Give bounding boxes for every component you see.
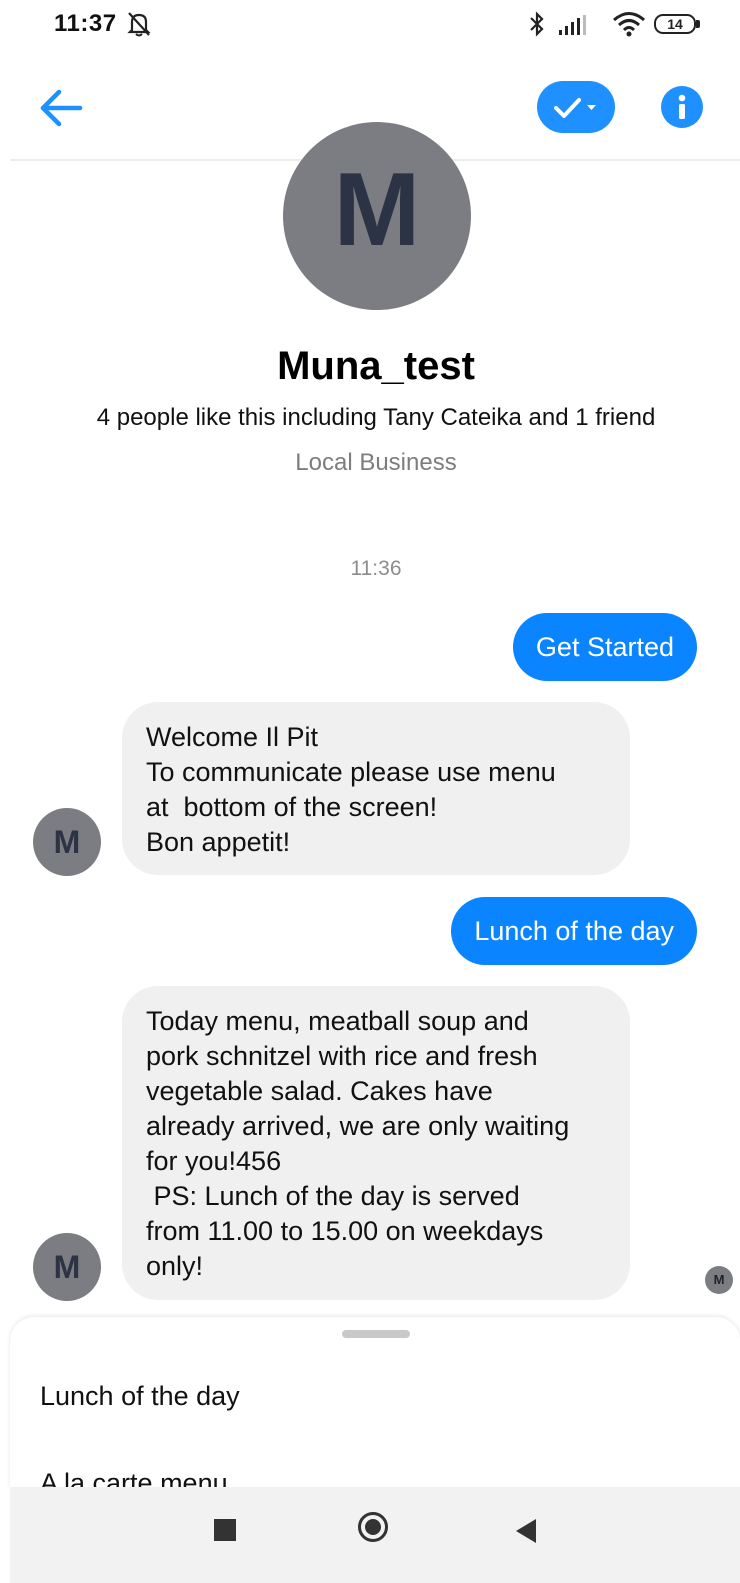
message-line: Welcome Il Pit	[146, 722, 319, 752]
message-timestamp: 11:36	[350, 557, 402, 580]
profile-likes: 4 people like this including Tany Cateik…	[96, 404, 656, 431]
message-line: at bottom of the screen!	[146, 792, 438, 822]
info-button[interactable]	[661, 86, 703, 128]
profile-avatar-letter: M	[333, 152, 421, 268]
message-line: pork schnitzel with rice and fresh	[146, 1041, 538, 1071]
mark-done-button[interactable]	[537, 81, 615, 133]
profile-category: Local Business	[295, 449, 457, 476]
status-bar: 11:37 14	[0, 0, 740, 52]
sender-avatar[interactable]: M	[33, 1233, 101, 1301]
status-time: 11:37	[54, 10, 117, 37]
back-arrow-icon[interactable]	[38, 85, 84, 131]
outgoing-message[interactable]: Lunch of the day	[451, 897, 697, 965]
message-line: Today menu, meatball soup and	[146, 1006, 529, 1036]
message-line: from 11.00 to 15.00 on weekdays	[146, 1216, 544, 1246]
message-line: PS: Lunch of the day is served	[146, 1181, 520, 1211]
incoming-message[interactable]: Today menu, meatball soup and pork schni…	[122, 986, 630, 1300]
battery-icon: 14	[654, 14, 702, 36]
battery-level: 14	[667, 16, 683, 32]
message-line: vegetable salad. Cakes have	[146, 1076, 493, 1106]
message-line: for you!456	[146, 1146, 282, 1176]
persistent-menu-sheet: Lunch of the day A la carte menu	[10, 1317, 740, 1487]
message-line: To communicate please use menu	[146, 757, 556, 787]
seen-receipt-avatar: M	[705, 1266, 733, 1294]
message-line: only!	[146, 1251, 204, 1281]
message-line: already arrived, we are only waiting	[146, 1111, 570, 1141]
mute-alarm-icon	[127, 12, 151, 37]
system-nav-bar	[10, 1487, 740, 1583]
check-dropdown-icon	[554, 98, 596, 118]
messenger-screen: 11:37 14 M Muna_test 4 people like this …	[0, 0, 740, 1583]
sender-avatar[interactable]: M	[33, 808, 101, 876]
wifi-icon	[613, 12, 645, 37]
profile-name: Muna_test	[277, 344, 475, 388]
bluetooth-icon	[530, 11, 544, 37]
sheet-drag-handle[interactable]	[342, 1330, 410, 1338]
incoming-message[interactable]: Welcome Il Pit To communicate please use…	[122, 702, 630, 875]
signal-icon	[559, 15, 586, 35]
message-line: Bon appetit!	[146, 827, 291, 857]
menu-item-a-la-carte[interactable]: A la carte menu	[40, 1468, 228, 1487]
recent-apps-icon[interactable]	[214, 1519, 236, 1541]
back-icon[interactable]	[514, 1518, 538, 1544]
info-icon	[678, 94, 686, 119]
outgoing-message[interactable]: Get Started	[512, 613, 697, 681]
menu-item-lunch-of-the-day[interactable]: Lunch of the day	[40, 1381, 240, 1412]
profile-avatar: M	[283, 122, 471, 310]
home-icon[interactable]	[358, 1512, 388, 1542]
